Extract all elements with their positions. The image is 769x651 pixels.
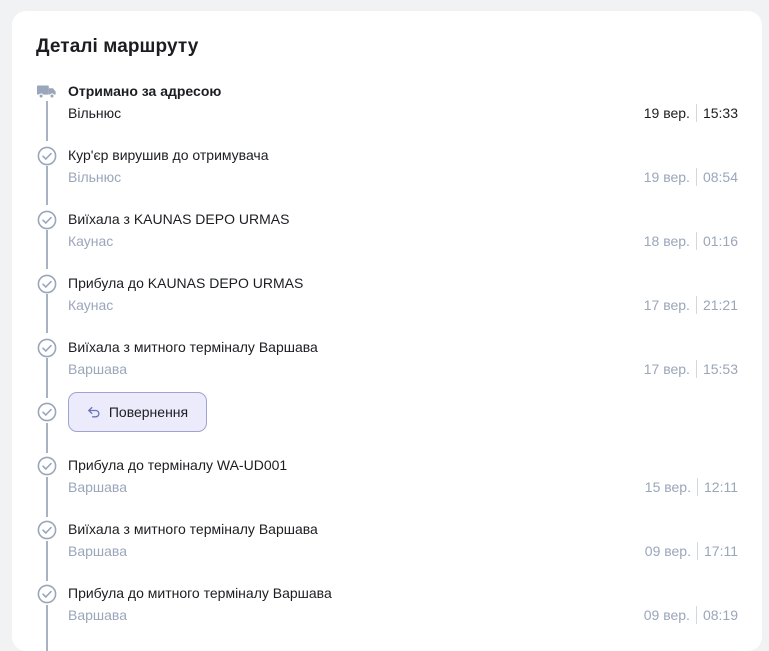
- route-details-card: Деталі маршруту Отримано за адресою Віль…: [12, 11, 762, 651]
- event-time: 08:54: [702, 169, 738, 185]
- timeline-line: [46, 166, 48, 205]
- event-status: Прибула до митного терміналу Варшава: [68, 585, 332, 601]
- event-status: Прибула до терміналу WA-UD001: [68, 457, 288, 473]
- event-city: Каунас: [68, 297, 114, 313]
- event-status: Виїхала з KAUNAS DEPO URMAS: [68, 211, 290, 227]
- datetime-divider: [695, 360, 697, 378]
- datetime-divider: [697, 478, 698, 496]
- event-datetime: 15 вер. 12:11: [645, 478, 738, 496]
- event-date: 15 вер.: [644, 479, 691, 495]
- event-date: 18 вер.: [643, 233, 690, 249]
- datetime-divider: [695, 104, 697, 122]
- event-time: 08:19: [702, 607, 738, 623]
- datetime-divider: [695, 232, 697, 250]
- event-time: 17:11: [704, 543, 738, 559]
- event-city: Вільнюс: [68, 169, 122, 185]
- datetime-divider: [695, 296, 697, 314]
- event-city: Варшава: [68, 607, 127, 623]
- check-circle-icon: [37, 146, 57, 166]
- event-datetime: 18 вер. 01:16: [644, 232, 738, 250]
- check-circle-icon: [37, 456, 57, 476]
- timeline-line: [46, 477, 48, 517]
- event-date: 17 вер.: [643, 361, 690, 377]
- timeline-line: [46, 230, 48, 269]
- timeline-line: [46, 541, 48, 581]
- datetime-divider: [697, 542, 698, 560]
- event-datetime: 17 вер. 15:53: [644, 360, 738, 378]
- timeline-line: [46, 101, 48, 141]
- event-city: Варшава: [68, 361, 127, 377]
- event-datetime: 17 вер. 21:21: [644, 296, 738, 314]
- datetime-divider: [695, 606, 697, 624]
- event-status: Кур'єр вирушив до отримувача: [68, 147, 269, 163]
- check-circle-icon: [37, 338, 57, 358]
- event-city: Вільнюс: [68, 105, 122, 121]
- event-datetime: 09 вер. 08:19: [644, 606, 738, 624]
- event-date: 19 вер.: [643, 105, 690, 121]
- event-datetime: 19 вер. 15:33: [644, 104, 738, 122]
- event-datetime: 19 вер. 08:54: [644, 168, 738, 186]
- datetime-divider: [695, 168, 697, 186]
- event-status: Виїхала з митного терміналу Варшава: [68, 521, 318, 537]
- timeline-line: [46, 358, 48, 398]
- event-city: Каунас: [68, 233, 114, 249]
- event-date: 17 вер.: [643, 297, 690, 313]
- event-date: 09 вер.: [644, 543, 691, 559]
- event-time: 15:53: [702, 361, 738, 377]
- return-button[interactable]: Повернення: [68, 392, 207, 432]
- timeline-line: [46, 605, 48, 651]
- truck-icon: [37, 85, 56, 99]
- event-time: 21:21: [702, 297, 738, 313]
- event-time: 12:11: [704, 479, 738, 495]
- page-title: Деталі маршруту: [36, 36, 199, 57]
- timeline-line: [46, 294, 48, 333]
- event-status: Отримано за адресою: [68, 83, 222, 99]
- event-status: Прибула до KAUNAS DEPO URMAS: [68, 275, 304, 291]
- event-date: 09 вер.: [643, 607, 690, 623]
- event-time: 01:16: [702, 233, 738, 249]
- check-circle-icon: [37, 584, 57, 604]
- event-date: 19 вер.: [643, 169, 690, 185]
- undo-arrow-icon: [87, 406, 100, 418]
- check-circle-icon: [37, 274, 57, 294]
- check-circle-icon: [37, 402, 57, 422]
- check-circle-icon: [37, 210, 57, 230]
- event-time: 15:33: [702, 105, 738, 121]
- event-status: Виїхала з митного терміналу Варшава: [68, 339, 318, 355]
- event-city: Варшава: [68, 479, 127, 495]
- event-city: Варшава: [68, 543, 127, 559]
- check-circle-icon: [37, 520, 57, 540]
- event-datetime: 09 вер. 17:11: [645, 542, 738, 560]
- return-button-label: Повернення: [108, 404, 189, 420]
- timeline-line: [46, 423, 48, 453]
